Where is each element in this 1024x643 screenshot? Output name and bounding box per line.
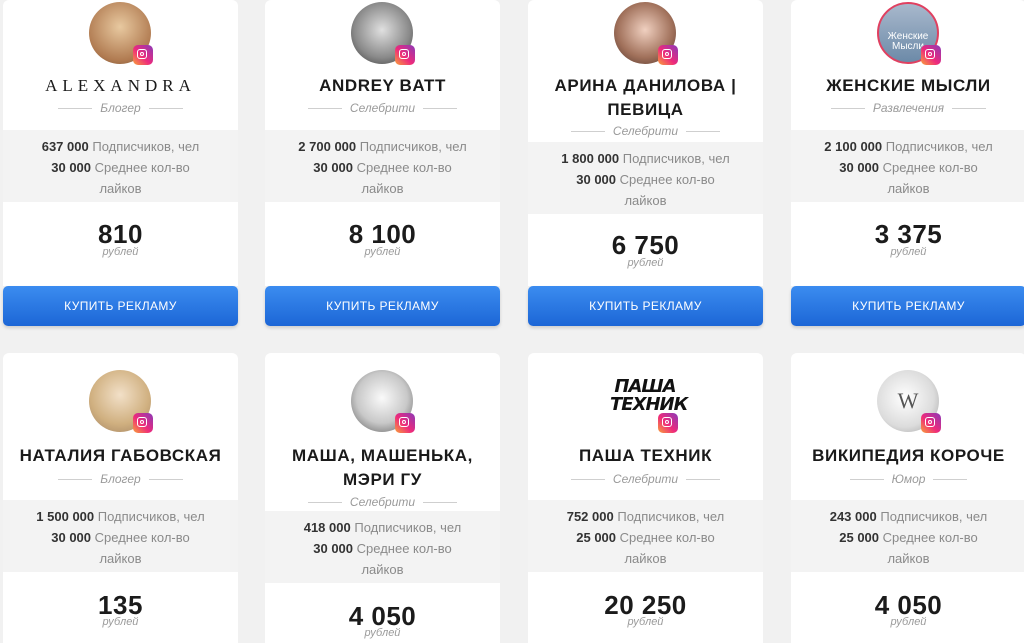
instagram-icon — [921, 413, 941, 433]
card-name[interactable]: ALEXANDRA — [3, 74, 238, 98]
card-stats: 1 800 000 Подписчиков, чел 30 000 Средне… — [528, 142, 763, 214]
subscribers-count: 1 500 000 — [36, 509, 95, 524]
card-stats: 243 000 Подписчиков, чел 25 000 Среднее … — [791, 500, 1024, 572]
card-name[interactable]: НАТАЛИЯ ГАБОВСКАЯ — [3, 444, 238, 468]
card-stats: 2 700 000 Подписчиков, чел 30 000 Средне… — [265, 130, 500, 202]
likes-count: 25 000 — [839, 530, 880, 545]
buy-ad-button[interactable]: КУПИТЬ РЕКЛАМУ — [528, 286, 763, 326]
likes-count: 30 000 — [576, 172, 617, 187]
likes-count: 30 000 — [313, 160, 354, 175]
card-category: Селебрити — [265, 101, 500, 115]
card-stats: 1 500 000 Подписчиков, чел 30 000 Средне… — [3, 500, 238, 572]
currency-label: рублей — [890, 616, 927, 628]
card-name[interactable]: ЖЕНСКИЕ МЫСЛИ — [791, 74, 1024, 98]
subscribers-count: 243 000 — [829, 509, 877, 524]
instagram-icon — [133, 413, 153, 433]
currency-label: рублей — [364, 246, 401, 258]
price: 8 100 — [348, 219, 417, 249]
currency-label: рублей — [364, 627, 401, 639]
influencer-card: ALEXANDRA Блогер 637 000 Подписчиков, че… — [3, 0, 238, 286]
currency-label: рублей — [102, 616, 139, 628]
instagram-icon — [395, 413, 415, 433]
price: 4 050 — [348, 601, 417, 631]
card-category: Блогер — [3, 101, 238, 115]
influencer-card: ANDREY BATT Селебрити 2 700 000 Подписчи… — [265, 0, 500, 286]
subscribers-count: 2 100 000 — [824, 139, 883, 154]
card-category: Блогер — [3, 472, 238, 486]
subscribers-count: 1 800 000 — [561, 151, 620, 166]
buy-ad-button[interactable]: КУПИТЬ РЕКЛАМУ — [265, 286, 500, 326]
likes-count: 30 000 — [313, 541, 354, 556]
card-category: Селебрити — [528, 472, 763, 486]
card-name[interactable]: ANDREY BATT — [265, 74, 500, 98]
instagram-icon — [395, 45, 415, 65]
price: 810 — [98, 219, 143, 249]
card-name[interactable]: ПАША ТЕХНИК — [528, 444, 763, 468]
influencer-card: АРИНА ДАНИЛОВА | ПЕВИЦА Селебрити 1 800 … — [528, 0, 763, 286]
price: 6 750 — [611, 230, 680, 260]
buy-ad-button[interactable]: КУПИТЬ РЕКЛАМУ — [791, 286, 1024, 326]
card-name[interactable]: АРИНА ДАНИЛОВА | ПЕВИЦА — [528, 74, 763, 122]
instagram-icon — [658, 45, 678, 65]
influencer-card: ПАША ТЕХНИК ПАША ТЕХНИК Селебрити 752 00… — [528, 353, 763, 643]
currency-label: рублей — [627, 616, 664, 628]
card-stats: 637 000 Подписчиков, чел 30 000 Среднее … — [3, 130, 238, 202]
price: 3 375 — [874, 219, 943, 249]
card-category: Развлечения — [791, 101, 1024, 115]
price: 4 050 — [874, 590, 943, 620]
card-category: Юмор — [791, 472, 1024, 486]
card-category: Селебрити — [528, 124, 763, 138]
instagram-icon — [921, 45, 941, 65]
card-name[interactable]: ВИКИПЕДИЯ КОРОЧЕ — [791, 444, 1024, 468]
price: 20 250 — [604, 590, 687, 620]
price: 135 — [98, 590, 143, 620]
influencer-card: МАША, МАШЕНЬКА, МЭРИ ГУ Селебрити 418 00… — [265, 353, 500, 643]
influencer-card: Женские Мысли ЖЕНСКИЕ МЫСЛИ Развлечения … — [791, 0, 1024, 286]
likes-count: 30 000 — [51, 530, 92, 545]
subscribers-count: 752 000 — [566, 509, 614, 524]
currency-label: рублей — [890, 246, 927, 258]
influencer-card: НАТАЛИЯ ГАБОВСКАЯ Блогер 1 500 000 Подпи… — [3, 353, 238, 643]
subscribers-count: 418 000 — [303, 520, 351, 535]
currency-label: рублей — [102, 246, 139, 258]
likes-count: 30 000 — [51, 160, 92, 175]
card-stats: 418 000 Подписчиков, чел 30 000 Среднее … — [265, 511, 500, 583]
card-category: Селебрити — [265, 495, 500, 509]
instagram-icon — [658, 413, 678, 433]
avatar-logo: ПАША ТЕХНИК — [610, 376, 688, 415]
instagram-icon — [133, 45, 153, 65]
likes-count: 25 000 — [576, 530, 617, 545]
card-stats: 2 100 000 Подписчиков, чел 30 000 Средне… — [791, 130, 1024, 202]
currency-label: рублей — [627, 257, 664, 269]
card-name[interactable]: МАША, МАШЕНЬКА, МЭРИ ГУ — [265, 444, 500, 492]
likes-count: 30 000 — [839, 160, 880, 175]
card-stats: 752 000 Подписчиков, чел 25 000 Среднее … — [528, 500, 763, 572]
influencer-card: W ВИКИПЕДИЯ КОРОЧЕ Юмор 243 000 Подписчи… — [791, 353, 1024, 643]
subscribers-count: 637 000 — [41, 139, 89, 154]
subscribers-count: 2 700 000 — [298, 139, 357, 154]
buy-ad-button[interactable]: КУПИТЬ РЕКЛАМУ — [3, 286, 238, 326]
